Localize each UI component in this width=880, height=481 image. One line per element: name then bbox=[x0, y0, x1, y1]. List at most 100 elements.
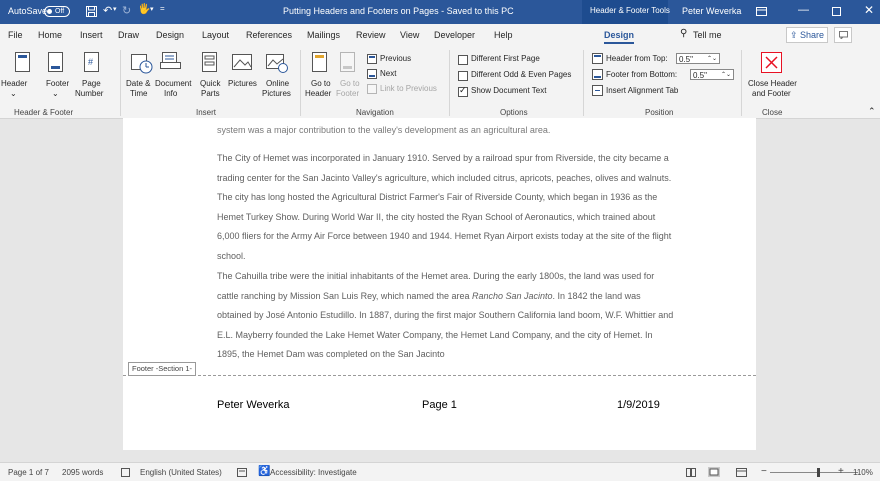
group-separator bbox=[449, 50, 450, 116]
proofing-icon[interactable] bbox=[121, 468, 130, 477]
tab-design-context[interactable]: Design bbox=[604, 30, 635, 44]
autosave-toggle[interactable]: Off bbox=[44, 6, 70, 17]
print-layout-icon[interactable] bbox=[708, 467, 720, 477]
pictures-button[interactable]: Pictures bbox=[228, 79, 257, 89]
zoom-slider-thumb[interactable] bbox=[817, 468, 820, 477]
date-time-icon[interactable] bbox=[131, 52, 153, 74]
tab-draw[interactable]: Draw bbox=[118, 30, 139, 40]
document-info-label-2[interactable]: Info bbox=[164, 89, 177, 99]
web-layout-icon[interactable] bbox=[736, 468, 747, 477]
tab-mailings[interactable]: Mailings bbox=[307, 30, 340, 40]
footer-icon[interactable] bbox=[48, 52, 66, 74]
close-window-icon[interactable]: ✕ bbox=[864, 3, 874, 17]
footer-author[interactable]: Peter Weverka bbox=[217, 399, 290, 411]
online-pictures-icon[interactable] bbox=[266, 52, 288, 74]
footer-page-number[interactable]: Page 1 bbox=[422, 399, 457, 411]
date-time-label-1[interactable]: Date & bbox=[126, 79, 150, 89]
zoom-slider[interactable] bbox=[770, 472, 858, 473]
previous-button[interactable]: Previous bbox=[380, 54, 411, 64]
touch-dropdown-icon[interactable]: ▾ bbox=[150, 5, 154, 13]
show-document-text-checkbox[interactable]: ✓ bbox=[458, 85, 468, 97]
header-button[interactable]: Header bbox=[1, 79, 27, 89]
spinner-arrows-icon[interactable]: ⌃⌄ bbox=[707, 54, 717, 65]
different-first-page-checkbox[interactable] bbox=[458, 55, 468, 65]
next-icon[interactable] bbox=[367, 69, 377, 79]
zoom-out-icon[interactable]: − bbox=[761, 466, 767, 477]
previous-icon[interactable] bbox=[367, 54, 377, 64]
zoom-in-icon[interactable]: + bbox=[838, 466, 844, 477]
undo-icon[interactable]: ↶ bbox=[103, 4, 112, 17]
online-pictures-label-1[interactable]: Online bbox=[266, 79, 289, 89]
page-number-icon[interactable]: # bbox=[84, 52, 102, 74]
pictures-icon[interactable] bbox=[232, 52, 254, 74]
date-time-label-2[interactable]: Time bbox=[130, 89, 147, 99]
tab-insert[interactable]: Insert bbox=[80, 30, 103, 40]
tab-references[interactable]: References bbox=[246, 30, 292, 40]
footer-date[interactable]: 1/9/2019 bbox=[617, 399, 660, 411]
maximize-icon[interactable] bbox=[832, 7, 841, 16]
tab-view[interactable]: View bbox=[400, 30, 419, 40]
status-bar: Page 1 of 7 2095 words English (United S… bbox=[0, 462, 880, 481]
comment-icon bbox=[839, 31, 848, 39]
header-from-top-spinner[interactable]: 0.5" ⌃⌄ bbox=[676, 53, 720, 64]
header-icon[interactable] bbox=[15, 52, 33, 74]
go-to-header-icon[interactable] bbox=[312, 52, 330, 74]
touch-mode-icon[interactable]: 🖐 bbox=[138, 4, 150, 15]
accessibility-status[interactable]: Accessibility: Investigate bbox=[270, 468, 357, 477]
document-page[interactable]: system was a major contribution to the v… bbox=[123, 118, 756, 450]
footer-from-bottom-value: 0.5" bbox=[693, 71, 707, 80]
tab-home[interactable]: Home bbox=[38, 30, 62, 40]
paragraph-hemet-city: The City of Hemet was incorporated in Ja… bbox=[217, 153, 672, 261]
save-icon[interactable] bbox=[86, 6, 97, 17]
undo-dropdown-icon[interactable]: ▾ bbox=[113, 5, 117, 13]
tab-file[interactable]: File bbox=[8, 30, 23, 40]
tell-me-icon[interactable]: ⚲ bbox=[680, 28, 687, 39]
quick-parts-label-2[interactable]: Parts bbox=[201, 89, 220, 99]
next-button[interactable]: Next bbox=[380, 69, 396, 79]
different-odd-even-checkbox[interactable] bbox=[458, 71, 468, 81]
read-mode-icon[interactable] bbox=[686, 468, 696, 477]
close-header-footer-label-1[interactable]: Close Header bbox=[748, 79, 797, 89]
tab-layout[interactable]: Layout bbox=[202, 30, 229, 40]
language[interactable]: English (United States) bbox=[140, 468, 222, 477]
quick-parts-label-1[interactable]: Quick bbox=[200, 79, 220, 89]
footer-from-bottom-spinner[interactable]: 0.5" ⌃⌄ bbox=[690, 69, 734, 80]
page-number-label-1[interactable]: Page bbox=[82, 79, 101, 89]
tab-design[interactable]: Design bbox=[156, 30, 184, 40]
insert-alignment-tab-button[interactable]: Insert Alignment Tab bbox=[606, 86, 678, 95]
header-dropdown-icon[interactable]: ⌄ bbox=[10, 89, 17, 99]
minimize-icon[interactable]: — bbox=[798, 4, 809, 16]
go-to-header-label-1[interactable]: Go to bbox=[311, 79, 331, 89]
tab-help[interactable]: Help bbox=[494, 30, 513, 40]
tab-developer[interactable]: Developer bbox=[434, 30, 475, 40]
share-button[interactable]: ⇪ Share bbox=[786, 27, 828, 43]
page-count[interactable]: Page 1 of 7 bbox=[8, 468, 49, 477]
collapse-ribbon-icon[interactable]: ⌃ bbox=[868, 106, 876, 116]
group-separator bbox=[120, 50, 121, 116]
close-header-footer-icon[interactable] bbox=[761, 52, 785, 76]
customize-qat-icon[interactable]: = bbox=[160, 4, 165, 13]
accessibility-icon[interactable]: ♿ bbox=[258, 466, 270, 477]
page-number-label-2[interactable]: Number bbox=[75, 89, 103, 99]
insert-alignment-tab-icon[interactable] bbox=[592, 85, 603, 96]
go-to-header-label-2[interactable]: Header bbox=[305, 89, 331, 99]
user-name[interactable]: Peter Weverka bbox=[682, 6, 741, 16]
track-changes-icon[interactable] bbox=[237, 468, 247, 477]
document-info-icon[interactable] bbox=[160, 52, 182, 74]
tell-me-search[interactable]: Tell me bbox=[693, 30, 722, 40]
word-count[interactable]: 2095 words bbox=[62, 468, 103, 477]
zoom-level[interactable]: 110% bbox=[853, 468, 873, 477]
document-info-label-1[interactable]: Document bbox=[155, 79, 191, 89]
comments-button[interactable] bbox=[834, 27, 852, 43]
spinner-arrows-icon[interactable]: ⌃⌄ bbox=[721, 70, 731, 81]
ribbon-display-icon[interactable] bbox=[756, 7, 767, 16]
footer-section-tag: Footer -Section 1- bbox=[128, 362, 197, 376]
footer-dropdown-icon[interactable]: ⌄ bbox=[52, 89, 59, 99]
close-header-footer-label-2[interactable]: and Footer bbox=[752, 89, 791, 99]
online-pictures-label-2[interactable]: Pictures bbox=[262, 89, 291, 99]
quick-parts-icon[interactable] bbox=[202, 52, 220, 74]
footer-button[interactable]: Footer bbox=[46, 79, 69, 89]
tab-review[interactable]: Review bbox=[356, 30, 386, 40]
redo-icon[interactable]: ↻ bbox=[122, 4, 131, 17]
paragraph-cahuilla: The Cahuilla tribe were the initial inha… bbox=[217, 267, 675, 365]
